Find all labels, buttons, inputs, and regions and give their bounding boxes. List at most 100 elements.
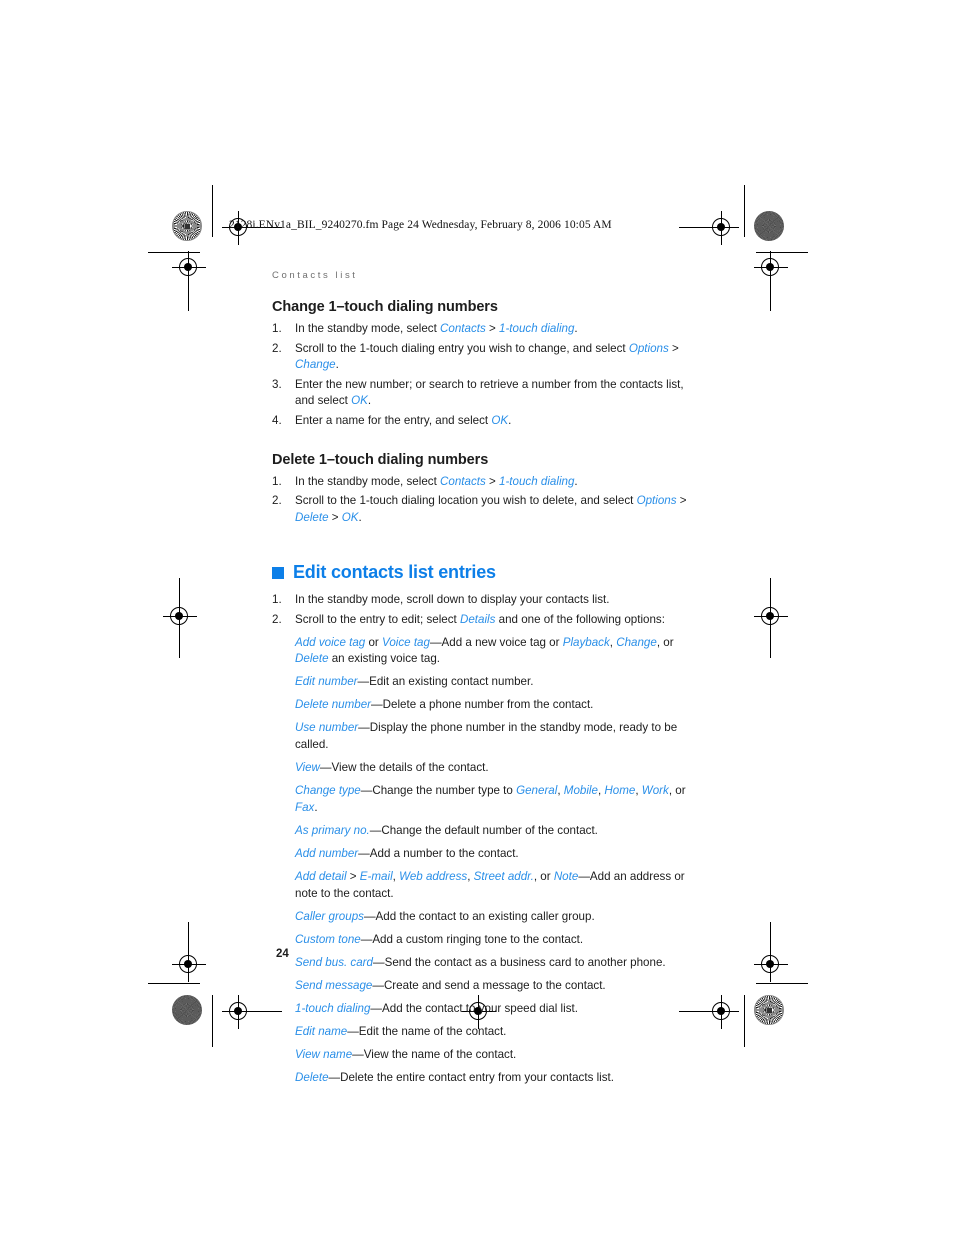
page-content: Contacts list Change 1–touch dialing num… <box>272 270 692 1094</box>
body-text: . <box>367 394 372 408</box>
body-text: —Add a number to the contact. <box>358 846 519 860</box>
running-header: Contacts list <box>272 270 358 281</box>
body-text: and one of the following options: <box>495 612 665 626</box>
body-text: . <box>508 413 512 427</box>
body-text: , or <box>533 870 554 884</box>
ui-term: View name <box>295 1048 353 1062</box>
body-text: . <box>314 800 318 814</box>
page-number: 24 <box>276 948 289 960</box>
ui-term: View <box>295 761 320 775</box>
ui-term: Use number <box>295 721 359 735</box>
body-text: > <box>328 510 342 524</box>
step-item: 4. Enter a name for the entry, and select… <box>272 413 692 430</box>
ui-term: Change <box>616 635 657 649</box>
option-item: Add detail > E-mail, Web address, Street… <box>295 869 692 902</box>
ui-term: 1-touch dialing <box>295 1002 371 1016</box>
blue-square-bullet-icon <box>272 566 284 579</box>
ui-term: Custom tone <box>295 932 361 946</box>
trim-arm-mid-left-v-bottom <box>179 634 180 658</box>
body-text: —Add a new voice tag or <box>429 635 563 649</box>
step-number: 1. <box>272 322 282 335</box>
ui-term: Web address <box>399 870 468 884</box>
ui-term: Send message <box>295 979 373 993</box>
crosshair-target-bottom-right <box>705 995 739 1029</box>
body-text: > <box>485 474 499 488</box>
ui-term: OK <box>491 413 509 427</box>
step-number: 3. <box>272 377 282 391</box>
body-text: In the standby mode, select <box>295 474 441 488</box>
body-text: —View the details of the contact. <box>319 761 489 775</box>
body-text: Enter a name for the entry, and select <box>295 413 492 427</box>
trim-line-vertical-bottom-left <box>212 995 213 1047</box>
crosshair-target-upper-right <box>754 251 788 285</box>
option-item: Delete number—Delete a phone number from… <box>295 697 692 714</box>
trim-arm-mid-left-v-top <box>179 578 180 602</box>
step-number: 2. <box>272 612 282 626</box>
ui-term: Work <box>641 784 669 798</box>
body-text: > <box>346 870 360 884</box>
ui-term: Edit number <box>295 675 358 689</box>
body-text: —Change the default number of the contac… <box>369 823 598 837</box>
body-text: —View the name of the contact. <box>352 1048 517 1062</box>
ui-term: OK <box>351 394 368 408</box>
ui-term: Send bus. card <box>295 955 373 969</box>
step-item: 2. Scroll to the entry to edit; select De… <box>272 612 692 629</box>
crosshair-target-lower-right <box>754 948 788 982</box>
body-text: —Create and send a message to the contac… <box>372 979 606 993</box>
crosshair-target-lower-left <box>172 948 206 982</box>
halftone-solid-target-bottom-left <box>172 995 202 1025</box>
ui-term: Edit name <box>295 1025 348 1039</box>
option-item: Send bus. card—Send the contact as a bus… <box>295 955 692 972</box>
option-item: Send message—Create and send a message t… <box>295 978 692 995</box>
step-item: 1. In the standby mode, select Contacts >… <box>272 321 692 338</box>
crosshair-target-top-right <box>705 211 739 245</box>
source-file-slug: 2128i.ENv1a_BIL_9240270.fm Page 24 Wedne… <box>229 219 612 231</box>
ui-term: Contacts <box>440 322 486 335</box>
ui-term: Change <box>295 358 336 372</box>
ui-term: Contacts <box>440 474 486 488</box>
body-text: —Add the contact to your speed dial list… <box>370 1002 578 1016</box>
ui-term: Delete <box>295 1071 329 1085</box>
ui-term: Add voice tag <box>295 635 366 649</box>
trim-line-horizontal-lower-right <box>756 983 808 984</box>
step-number: 2. <box>272 494 282 508</box>
ui-term: Street addr. <box>473 870 534 884</box>
step-number: 2. <box>272 341 282 355</box>
step-number: 4. <box>272 413 282 427</box>
step-number: 1. <box>272 474 282 488</box>
ui-term: Change type <box>295 784 361 798</box>
body-text: an existing voice tag. <box>328 652 441 666</box>
body-text: . <box>358 510 362 524</box>
option-item: Edit name—Edit the name of the contact. <box>295 1024 692 1041</box>
ui-term: Options <box>628 341 669 355</box>
step-item: 3. Enter the new number; or search to ret… <box>272 377 692 410</box>
option-item: 1-touch dialing—Add the contact to your … <box>295 1001 692 1018</box>
body-text: . <box>574 474 578 488</box>
body-text: or <box>365 635 383 649</box>
ui-term: Home <box>604 784 636 798</box>
halftone-star-target-bottom-right <box>754 995 784 1025</box>
crosshair-target-bottom-left <box>222 995 256 1029</box>
option-item: Custom tone—Add a custom ringing tone to… <box>295 932 692 949</box>
trim-arm-top-right <box>679 227 705 228</box>
option-item: Delete—Delete the entire contact entry f… <box>295 1070 692 1087</box>
body-text: > <box>485 322 499 335</box>
option-item: Add voice tag or Voice tag—Add a new voi… <box>295 635 692 668</box>
body-text: Scroll to the entry to edit; select <box>295 612 460 626</box>
body-text: > <box>668 341 679 355</box>
body-text: —Edit the name of the contact. <box>347 1025 507 1039</box>
ui-term: Mobile <box>563 784 598 798</box>
ui-term: Playback <box>562 635 610 649</box>
option-item: Caller groups—Add the contact to an exis… <box>295 909 692 926</box>
step-item: 1. In the standby mode, select Contacts >… <box>272 474 692 491</box>
trim-arm-mid-right-v-top <box>770 578 771 602</box>
body-text: Scroll to the 1-touch dialing entry you … <box>295 341 629 355</box>
ui-term: Delete <box>295 652 329 666</box>
crosshair-target-mid-right <box>754 600 788 634</box>
ui-term: Delete <box>295 510 329 524</box>
ui-term: Details <box>459 612 496 626</box>
main-section-heading-label: Edit contacts list entries <box>293 562 496 583</box>
ui-term: Add detail <box>295 870 347 884</box>
ui-term: General <box>516 784 558 798</box>
ui-term: Fax <box>295 800 315 814</box>
